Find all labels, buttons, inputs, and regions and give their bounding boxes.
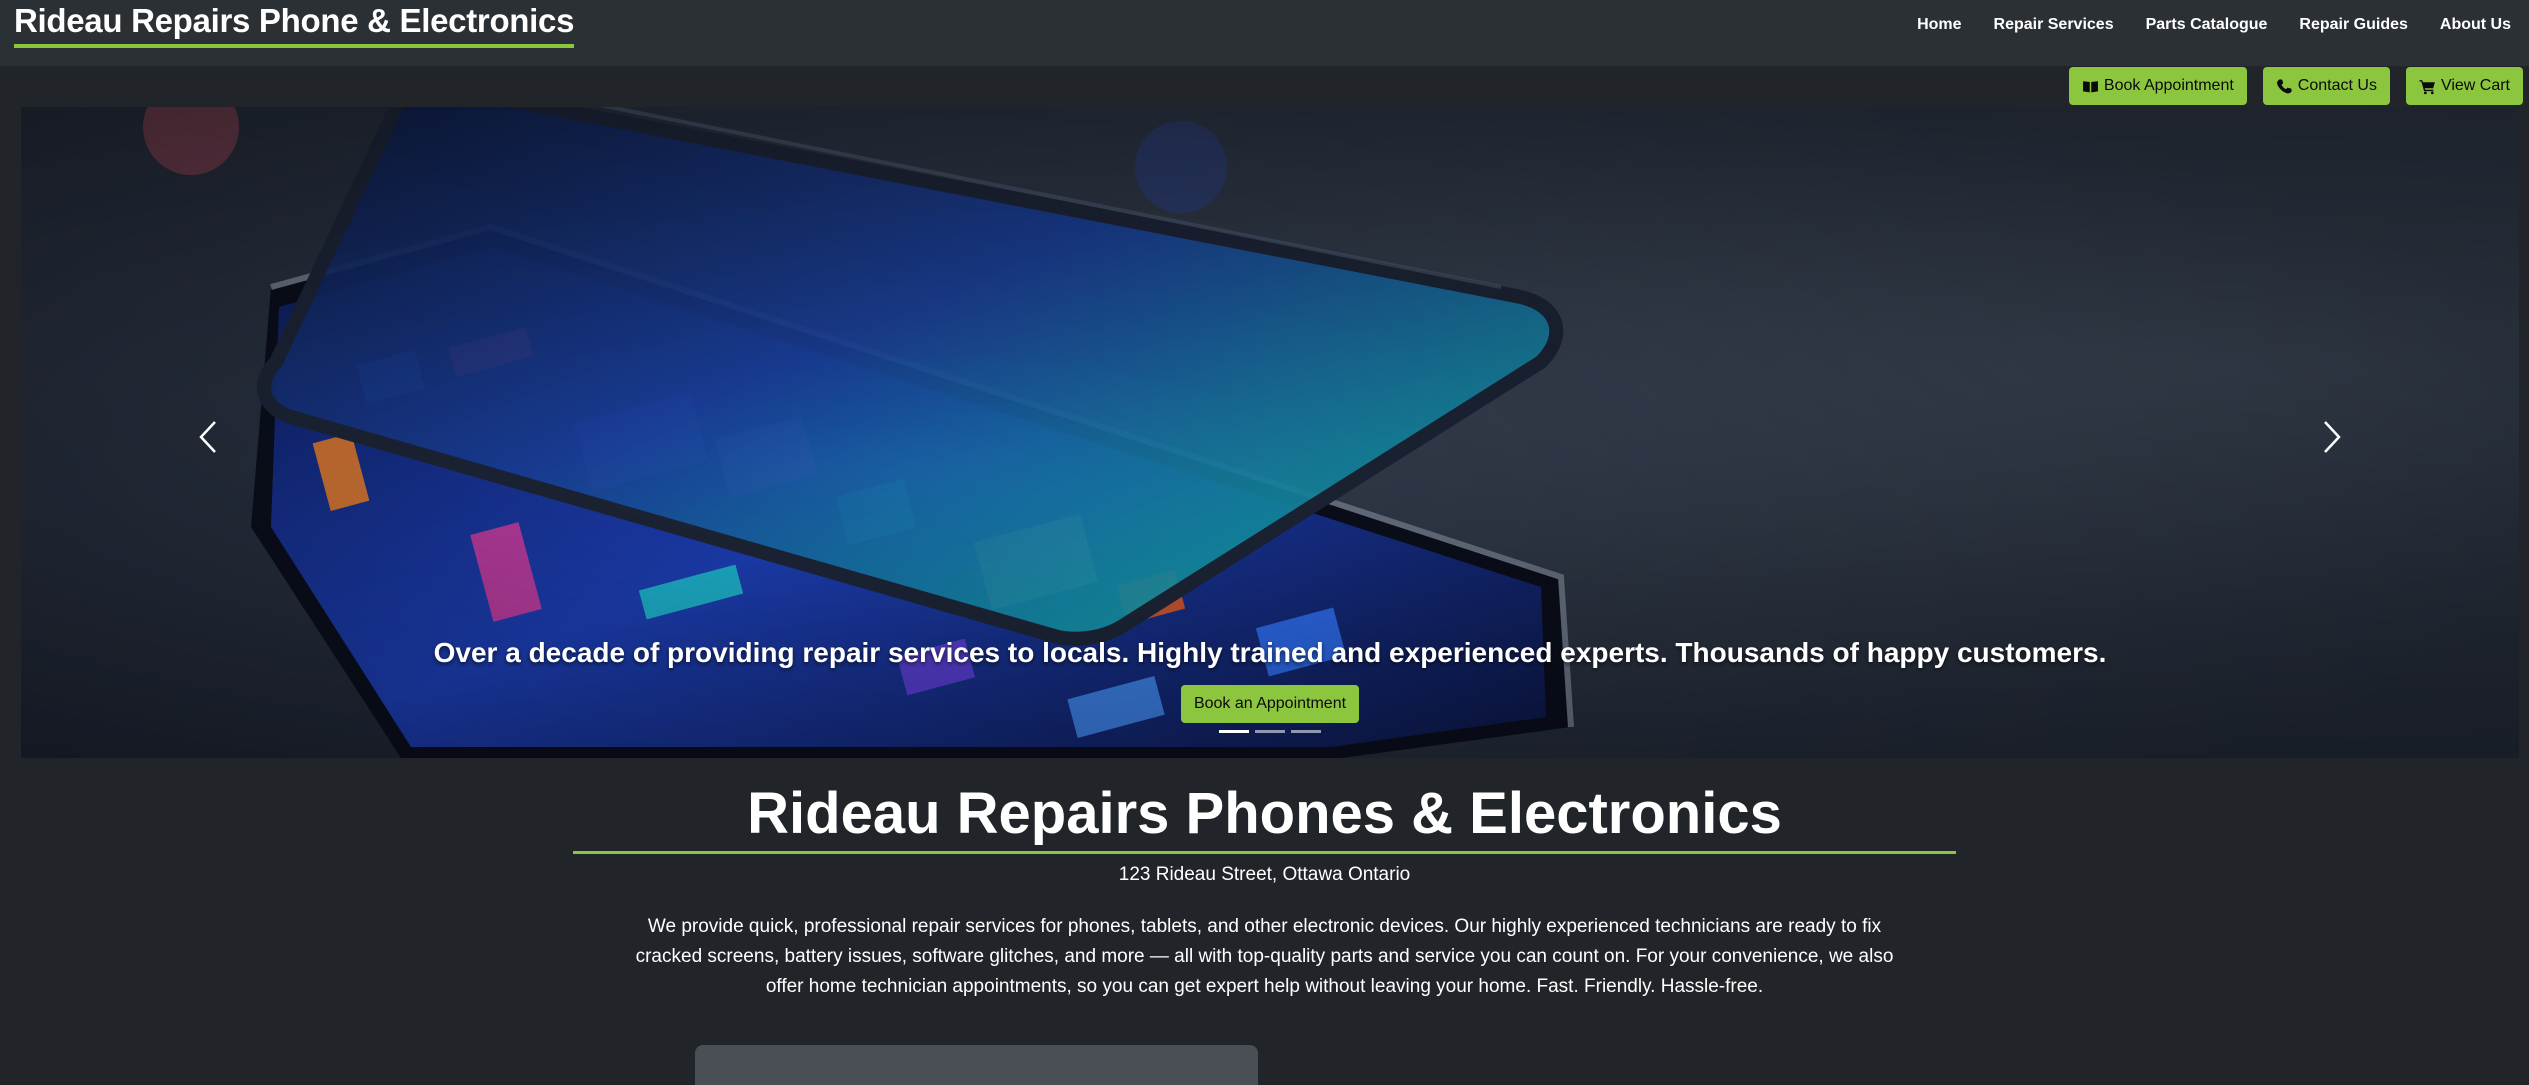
nav-parts-catalogue[interactable]: Parts Catalogue bbox=[2146, 16, 2268, 34]
content-card bbox=[695, 1045, 1258, 1085]
main-nav: Home Repair Services Parts Catalogue Rep… bbox=[1917, 16, 2511, 34]
view-cart-button[interactable]: View Cart bbox=[2405, 67, 2523, 105]
brand-title[interactable]: Rideau Repairs Phone & Electronics bbox=[14, 2, 574, 48]
carousel-caption: Over a decade of providing repair servic… bbox=[21, 637, 2519, 723]
intro-description: We provide quick, professional repair se… bbox=[635, 916, 1894, 997]
page-title: Rideau Repairs Phones & Electronics bbox=[573, 780, 1956, 854]
chevron-right-icon bbox=[2324, 421, 2341, 453]
carousel-indicator-1[interactable] bbox=[1219, 730, 1249, 733]
carousel-caption-text: Over a decade of providing repair servic… bbox=[433, 637, 2107, 668]
action-buttons: Book Appointment Contact Us View Cart bbox=[2068, 67, 2523, 105]
contact-us-button[interactable]: Contact Us bbox=[2262, 67, 2390, 105]
book-appointment-button[interactable]: Book Appointment bbox=[2068, 67, 2247, 105]
carousel-indicator-3[interactable] bbox=[1291, 730, 1321, 733]
navbar: Rideau Repairs Phone & Electronics Home … bbox=[0, 0, 2529, 66]
carousel-indicator-2[interactable] bbox=[1255, 730, 1285, 733]
book-appointment-label: Book Appointment bbox=[2103, 77, 2234, 94]
book-an-appointment-button[interactable]: Book an Appointment bbox=[1180, 685, 1360, 723]
chevron-left-icon bbox=[199, 421, 216, 453]
carousel-prev-button[interactable] bbox=[188, 412, 228, 462]
cart-icon bbox=[2419, 78, 2436, 95]
intro-section: Rideau Repairs Phones & Electronics 123 … bbox=[0, 780, 2529, 1002]
book-icon bbox=[2082, 78, 2099, 95]
nav-about-us[interactable]: About Us bbox=[2440, 16, 2511, 34]
nav-repair-guides[interactable]: Repair Guides bbox=[2299, 16, 2407, 34]
carousel-next-button[interactable] bbox=[2312, 412, 2352, 462]
nav-home[interactable]: Home bbox=[1917, 16, 1961, 34]
carousel-indicators bbox=[21, 730, 2519, 733]
hero-carousel: Over a decade of providing repair servic… bbox=[21, 107, 2519, 758]
store-address: 123 Rideau Street, Ottawa Ontario bbox=[1118, 864, 1411, 885]
view-cart-label: View Cart bbox=[2440, 77, 2510, 94]
contact-us-label: Contact Us bbox=[2297, 77, 2377, 94]
phone-icon bbox=[2276, 78, 2293, 95]
nav-repair-services[interactable]: Repair Services bbox=[1994, 16, 2114, 34]
